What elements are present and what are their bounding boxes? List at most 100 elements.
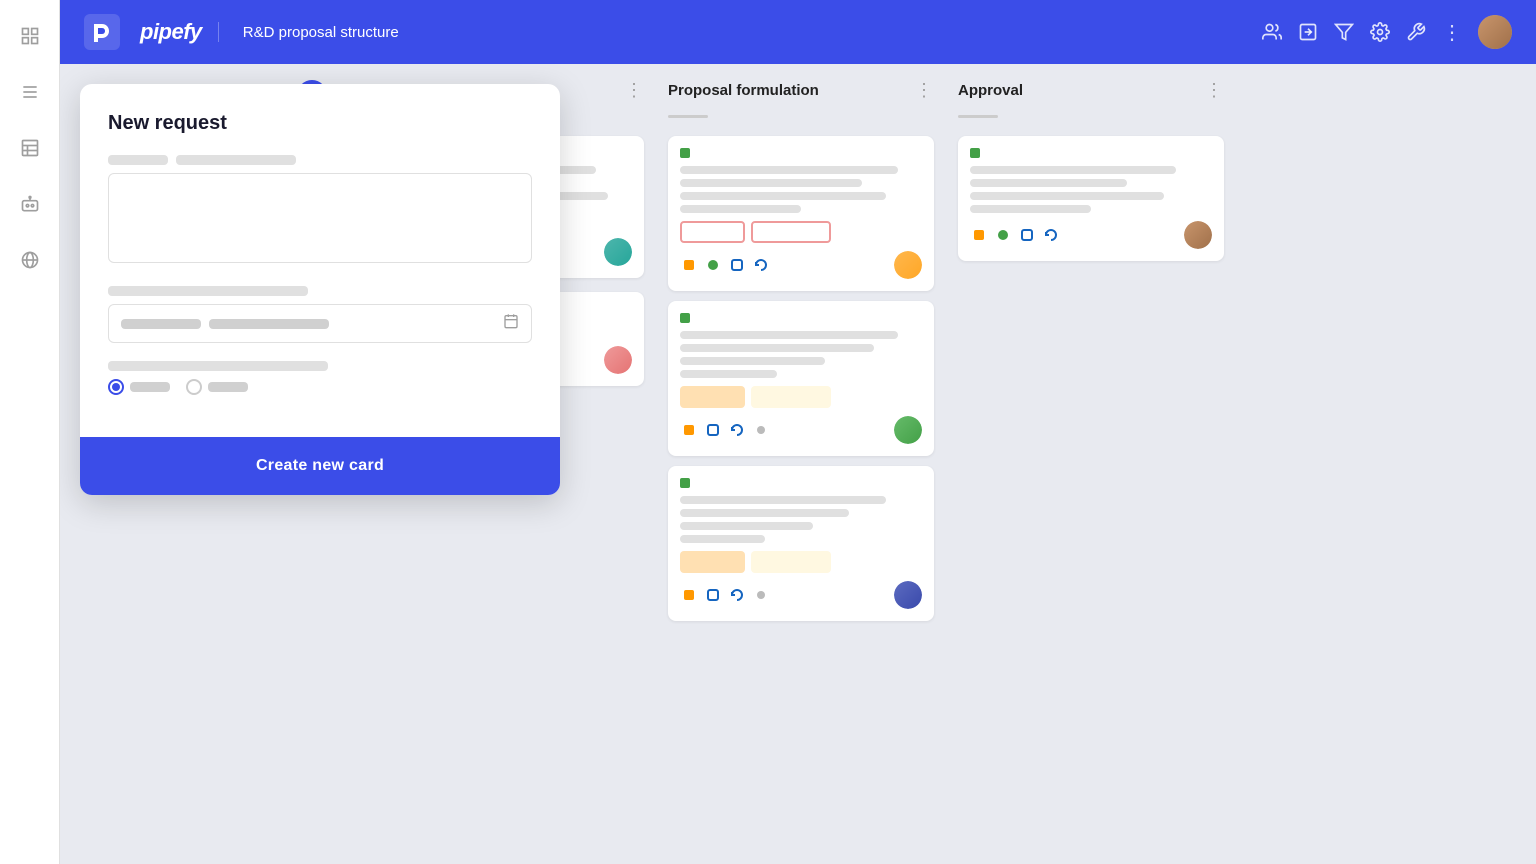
modal-body: New request — [80, 84, 560, 437]
create-card-button[interactable]: Create new card — [80, 437, 560, 495]
card-icon-r3b[interactable] — [728, 421, 746, 439]
tag-green-3c — [680, 478, 690, 488]
filter-icon[interactable] — [1334, 22, 1354, 42]
form-date-input[interactable] — [108, 304, 532, 343]
sidebar-item-bot[interactable] — [14, 188, 46, 220]
radio-outer-selected — [108, 379, 124, 395]
card-footer-3c — [680, 581, 922, 609]
card-line — [680, 357, 825, 365]
column-proposal: Proposal formulation ⋮ — [656, 64, 946, 864]
card-line — [680, 192, 886, 200]
col-menu-icon-col4[interactable]: ⋮ — [1205, 80, 1224, 101]
field-label-short-1 — [108, 155, 168, 165]
card-avatar-3 — [894, 251, 922, 279]
card-avatar-4 — [1184, 221, 1212, 249]
card-icon-gray3b — [752, 421, 770, 439]
column-header-approval: Approval ⋮ — [958, 80, 1224, 101]
radio-option-2[interactable] — [186, 379, 248, 395]
badge-red-2 — [751, 221, 831, 243]
card-icon-o4[interactable] — [970, 226, 988, 244]
radio-option-1[interactable] — [108, 379, 170, 395]
sidebar-item-list[interactable] — [14, 76, 46, 108]
badge-fill-orange — [680, 386, 745, 408]
wrench-icon[interactable] — [1406, 22, 1426, 42]
card-lines-4 — [970, 166, 1212, 213]
header: pipefy R&D proposal structure — [60, 0, 1536, 64]
col-menu-icon-col2[interactable]: ⋮ — [625, 80, 644, 101]
sidebar-item-globe[interactable] — [14, 244, 46, 276]
card-tag-row-4 — [970, 148, 1212, 158]
card-icons-3c — [680, 586, 770, 604]
field-label-med-1 — [176, 155, 296, 165]
card-icon-g4[interactable] — [994, 226, 1012, 244]
form-field-1 — [108, 155, 532, 268]
column-header-proposal: Proposal formulation ⋮ — [668, 80, 934, 101]
card-icons-3 — [680, 256, 770, 274]
card-icon-r3[interactable] — [752, 256, 770, 274]
card-tag-row-3b — [680, 313, 922, 323]
tag-green-3 — [680, 148, 690, 158]
card-icon-g3[interactable] — [704, 256, 722, 274]
card-icon-b3c[interactable] — [704, 586, 722, 604]
sidebar — [0, 0, 60, 864]
radio-outer-empty — [186, 379, 202, 395]
card-footer-3b — [680, 416, 922, 444]
card-avatar-3c — [894, 581, 922, 609]
card-icon-o3b[interactable] — [680, 421, 698, 439]
card-icon-gray3c — [752, 586, 770, 604]
card-footer-3 — [680, 251, 922, 279]
main-content: pipefy R&D proposal structure — [60, 0, 1536, 864]
pipefy-logo — [84, 14, 120, 50]
card-line — [680, 496, 886, 504]
tag-green-4 — [970, 148, 980, 158]
field-label-date — [108, 286, 308, 296]
radio-label-1 — [130, 382, 170, 392]
header-actions: ⋮ — [1262, 15, 1512, 49]
card-icon-o3[interactable] — [680, 256, 698, 274]
sidebar-item-table[interactable] — [14, 132, 46, 164]
card-line — [970, 179, 1127, 187]
card-avatar-3b — [894, 416, 922, 444]
radio-inner-selected — [112, 383, 120, 391]
card-line — [680, 509, 849, 517]
card-line — [680, 205, 801, 213]
logo-text: pipefy — [140, 19, 202, 45]
card-icon-b3b[interactable] — [704, 421, 722, 439]
card-avatar-2 — [604, 238, 632, 266]
user-avatar[interactable] — [1478, 15, 1512, 49]
card-lines-3 — [680, 166, 922, 213]
export-icon[interactable] — [1298, 22, 1318, 42]
form-field-3 — [108, 361, 532, 395]
card-line — [680, 166, 898, 174]
badge-row-3 — [680, 221, 922, 243]
badge-red — [680, 221, 745, 243]
card-icon-o3c[interactable] — [680, 586, 698, 604]
field-label-radio — [108, 361, 328, 371]
header-title: R&D proposal structure — [243, 24, 399, 41]
header-more-icon[interactable]: ⋮ — [1442, 20, 1462, 45]
team-icon[interactable] — [1262, 22, 1282, 42]
calendar-icon[interactable] — [503, 313, 519, 334]
card-icon-r3c[interactable] — [728, 586, 746, 604]
settings-icon[interactable] — [1370, 22, 1390, 42]
pipefy-logo-icon — [84, 14, 120, 50]
card-3-3 — [668, 466, 934, 621]
radio-label-2 — [208, 382, 248, 392]
sidebar-item-grid[interactable] — [14, 20, 46, 52]
form-field-2 — [108, 286, 532, 343]
badge-row-3b — [680, 386, 922, 408]
card-icon-r4[interactable] — [1042, 226, 1060, 244]
card-line — [680, 344, 874, 352]
new-request-modal: New request — [80, 84, 560, 495]
card-line — [680, 535, 765, 543]
col-menu-icon-col3[interactable]: ⋮ — [915, 80, 934, 101]
card-icon-b4[interactable] — [1018, 226, 1036, 244]
card-line — [680, 179, 862, 187]
badge-fill-orange2 — [680, 551, 745, 573]
card-3-1 — [668, 136, 934, 291]
card-tag-row-3c — [680, 478, 922, 488]
card-line — [680, 331, 898, 339]
card-icon-b3[interactable] — [728, 256, 746, 274]
form-textarea[interactable] — [108, 173, 532, 263]
card-icons-3b — [680, 421, 770, 439]
